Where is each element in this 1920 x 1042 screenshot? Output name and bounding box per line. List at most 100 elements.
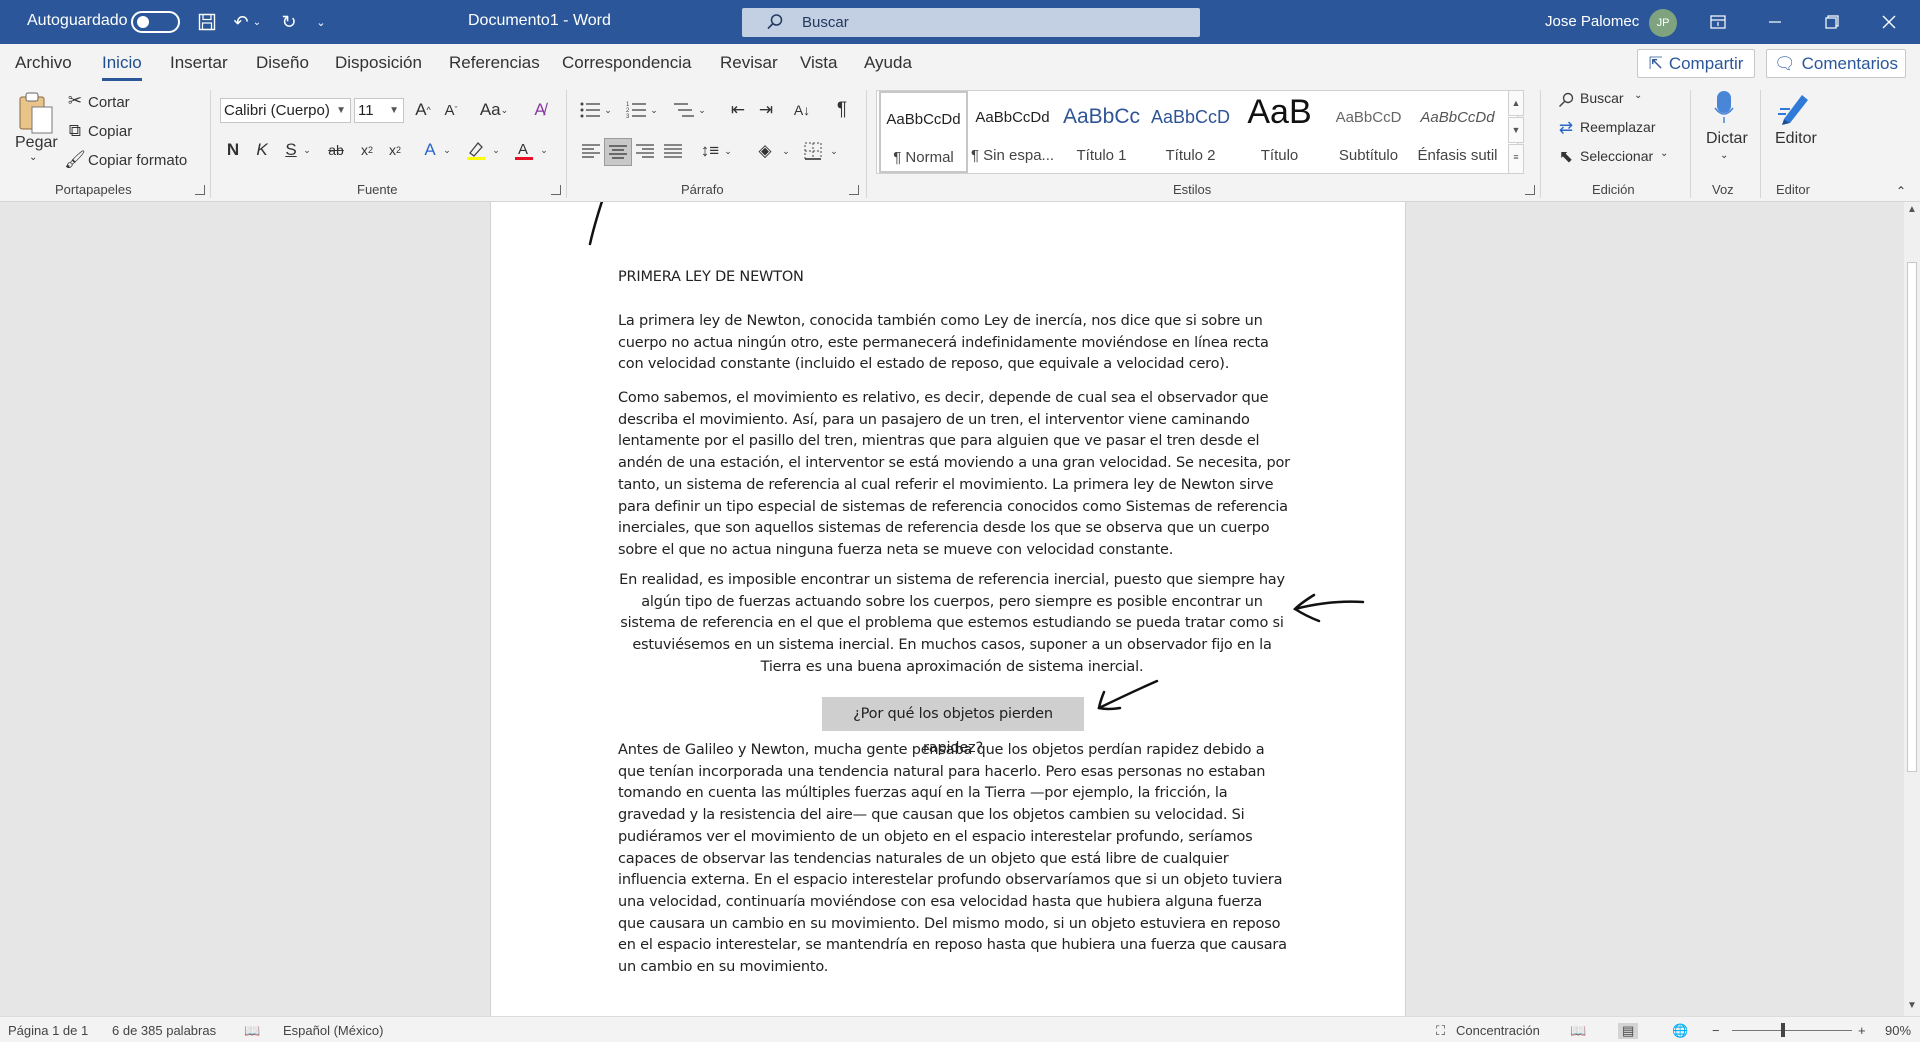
underline-icon[interactable]: S (280, 138, 302, 162)
scroll-up-icon[interactable]: ▲ (1904, 204, 1920, 215)
editor-button[interactable]: Editor (1775, 130, 1817, 148)
line-spacing-dropdown-icon[interactable]: ⌄ (722, 138, 734, 164)
font-color-dropdown-icon[interactable]: ⌄ (538, 138, 550, 162)
shading-dropdown-icon[interactable]: ⌄ (780, 138, 792, 164)
focus-mode[interactable]: Concentración (1456, 1023, 1540, 1038)
zoom-slider-thumb[interactable] (1781, 1023, 1785, 1037)
decrease-indent-icon[interactable]: ⇤ (726, 98, 750, 122)
style-no-spacing[interactable]: AaBbCcDd ¶ Sin espa... (968, 91, 1057, 173)
page-count[interactable]: Página 1 de 1 (8, 1023, 88, 1038)
copy-button[interactable]: Copiar (88, 123, 132, 140)
select-cursor-icon[interactable]: ⬉ (1556, 147, 1576, 167)
read-mode-icon[interactable]: 📖 (1570, 1023, 1586, 1039)
undo-dropdown-icon[interactable]: ⌄ (250, 10, 264, 34)
style-subtle-emphasis[interactable]: AaBbCcDd Énfasis sutil (1413, 91, 1502, 173)
line-spacing-icon[interactable]: ↕≡ (697, 138, 723, 164)
grow-font-icon[interactable]: A ^ (411, 98, 435, 122)
tab-disposicion[interactable]: Disposición (335, 53, 422, 73)
multilevel-list-icon[interactable] (672, 98, 696, 122)
dictate-dropdown-icon[interactable]: ⌄ (1720, 150, 1728, 161)
style-title[interactable]: AaB Título (1235, 91, 1324, 173)
justify-icon[interactable] (660, 138, 686, 164)
tab-correspondencia[interactable]: Correspondencia (562, 53, 691, 73)
align-left-icon[interactable] (578, 138, 604, 164)
borders-dropdown-icon[interactable]: ⌄ (828, 138, 840, 164)
ribbon-display-options-icon[interactable] (1695, 0, 1741, 44)
increase-indent-icon[interactable]: ⇥ (754, 98, 778, 122)
font-size-select[interactable]: 11 ▼ (354, 98, 404, 123)
autosave-toggle[interactable] (131, 11, 180, 33)
format-painter-button[interactable]: Copiar formato (88, 152, 187, 169)
styles-more-icon[interactable]: ≡ (1508, 144, 1524, 174)
numbering-icon[interactable]: 123 (624, 98, 648, 122)
scroll-thumb[interactable] (1907, 262, 1917, 772)
search-box[interactable]: Buscar (742, 8, 1200, 37)
scissors-icon[interactable]: ✂ (66, 91, 84, 110)
find-icon[interactable] (1556, 90, 1576, 110)
sort-icon[interactable]: A↓ (790, 98, 814, 122)
styles-scroll-down-icon[interactable]: ▼ (1508, 117, 1524, 143)
restore-icon[interactable] (1809, 0, 1855, 44)
save-icon[interactable] (194, 10, 220, 34)
select-button[interactable]: Seleccionar (1580, 148, 1653, 164)
user-name[interactable]: Jose Palomec (1545, 13, 1639, 30)
tab-vista[interactable]: Vista (800, 53, 838, 73)
tab-archivo[interactable]: Archivo (15, 53, 72, 73)
clipboard-launcher-icon[interactable] (195, 185, 205, 195)
style-normal[interactable]: AaBbCcDd ¶ Normal (879, 91, 968, 173)
bullets-dropdown-icon[interactable]: ⌄ (602, 98, 614, 122)
font-name-select[interactable]: Calibri (Cuerpo) ▼ (220, 98, 351, 123)
editor-pen-icon[interactable] (1775, 88, 1815, 128)
underline-dropdown-icon[interactable]: ⌄ (301, 138, 313, 162)
highlight-icon[interactable] (463, 138, 489, 162)
minimize-icon[interactable] (1752, 0, 1798, 44)
print-layout-icon[interactable]: ▤ (1618, 1023, 1639, 1039)
show-formatting-marks-icon[interactable]: ¶ (830, 98, 854, 122)
copy-icon[interactable]: ⧉ (66, 121, 84, 140)
web-layout-icon[interactable]: 🌐 (1672, 1023, 1688, 1039)
tab-revisar[interactable]: Revisar (720, 53, 778, 73)
text-effects-dropdown-icon[interactable]: ⌄ (441, 138, 453, 162)
font-launcher-icon[interactable] (551, 185, 561, 195)
styles-launcher-icon[interactable] (1525, 185, 1535, 195)
comments-button[interactable]: 🗨 Comentarios (1766, 49, 1906, 78)
bullets-icon[interactable] (578, 98, 602, 122)
zoom-slider[interactable] (1732, 1030, 1852, 1031)
style-heading-1[interactable]: AaBbCc Título 1 (1057, 91, 1146, 173)
shading-icon[interactable]: ◈ (752, 138, 778, 164)
collapse-ribbon-icon[interactable]: ⌃ (1892, 184, 1910, 198)
clear-formatting-icon[interactable]: A̸ (527, 98, 553, 122)
italic-icon[interactable]: K (251, 138, 273, 162)
styles-scroll-up-icon[interactable]: ▲ (1508, 90, 1524, 116)
select-dropdown-icon[interactable]: ⌄ (1660, 148, 1668, 159)
subscript-icon[interactable]: x2 (354, 138, 380, 162)
redo-icon[interactable]: ↻ (276, 10, 302, 34)
customize-qat-icon[interactable]: ⌄ (312, 10, 330, 34)
word-count[interactable]: 6 de 385 palabras (112, 1023, 216, 1038)
tab-ayuda[interactable]: Ayuda (864, 53, 912, 73)
highlight-dropdown-icon[interactable]: ⌄ (490, 138, 502, 162)
paste-dropdown-icon[interactable]: ⌄ (29, 152, 37, 163)
paste-icon[interactable] (16, 90, 56, 136)
share-button[interactable]: ⇱ Compartir (1637, 49, 1755, 78)
paragraph-launcher-icon[interactable] (849, 185, 859, 195)
align-center-icon[interactable] (604, 138, 632, 166)
multilevel-dropdown-icon[interactable]: ⌄ (696, 98, 708, 122)
tab-inicio[interactable]: Inicio (102, 53, 142, 81)
vertical-scrollbar[interactable]: ▲ ▼ (1904, 202, 1920, 1016)
microphone-icon[interactable] (1711, 88, 1737, 126)
cut-button[interactable]: Cortar (88, 94, 130, 111)
close-icon[interactable] (1866, 0, 1912, 44)
focus-icon[interactable]: ⛶ (1436, 1023, 1445, 1039)
style-heading-2[interactable]: AaBbCcD Título 2 (1146, 91, 1235, 173)
format-painter-icon[interactable]: 🖌 (64, 150, 86, 169)
replace-button[interactable]: Reemplazar (1580, 119, 1655, 135)
avatar[interactable]: JP (1649, 9, 1677, 37)
zoom-out-icon[interactable]: − (1712, 1023, 1720, 1038)
font-color-icon[interactable]: A (511, 138, 537, 162)
tab-referencias[interactable]: Referencias (449, 53, 540, 73)
zoom-in-icon[interactable]: + (1858, 1023, 1866, 1038)
shrink-font-icon[interactable]: Aˇ (439, 98, 463, 122)
style-subtitle[interactable]: AaBbCcD Subtítulo (1324, 91, 1413, 173)
numbering-dropdown-icon[interactable]: ⌄ (648, 98, 660, 122)
